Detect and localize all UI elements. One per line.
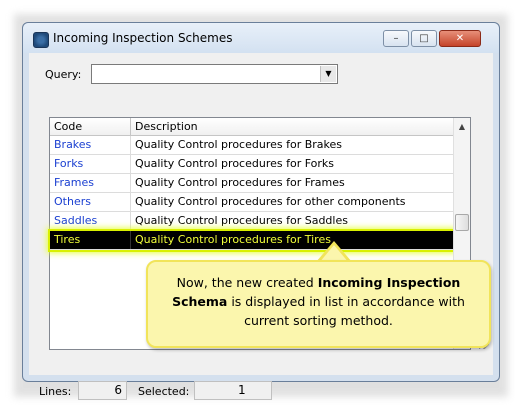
table-row[interactable]: Brakes Quality Control procedures for Br… <box>50 136 454 155</box>
app-icon[interactable] <box>33 32 49 48</box>
row-description: Quality Control procedures for Brakes <box>135 138 343 151</box>
lines-count: 6 <box>78 381 127 400</box>
table-row[interactable]: Frames Quality Control procedures for Fr… <box>50 174 454 193</box>
window-title: Incoming Inspection Schemes <box>53 31 233 45</box>
dropdown-arrow-icon[interactable]: ▼ <box>320 66 336 82</box>
callout-text-start: Now, the new created <box>176 275 318 290</box>
row-description: Quality Control procedures for Saddles <box>135 214 348 227</box>
row-description: Quality Control procedures for Tires <box>135 233 331 246</box>
row-code: Brakes <box>50 136 131 154</box>
maximize-button[interactable]: □ <box>411 30 437 47</box>
selected-label: Selected: <box>138 385 190 398</box>
table-row[interactable]: Saddles Quality Control procedures for S… <box>50 212 454 231</box>
lines-label: Lines: <box>39 385 72 398</box>
scroll-up-icon[interactable]: ▲ <box>454 118 470 135</box>
table-row[interactable]: Forks Quality Control procedures for For… <box>50 155 454 174</box>
row-code: Saddles <box>50 212 131 230</box>
selected-count: 1 <box>194 381 272 400</box>
query-select[interactable]: ▼ <box>91 64 338 84</box>
row-description: Quality Control procedures for other com… <box>135 195 406 208</box>
table-row-selected[interactable]: Tires Quality Control procedures for Tir… <box>48 229 456 252</box>
close-button[interactable]: ✕ <box>439 30 481 47</box>
row-code: Tires <box>50 231 131 249</box>
row-description: Quality Control procedures for Forks <box>135 157 335 170</box>
minimize-button[interactable]: – <box>383 30 409 47</box>
row-code: Frames <box>50 174 131 192</box>
row-code: Forks <box>50 155 131 173</box>
callout-text-end: is displayed in list in accordance with … <box>227 294 465 328</box>
table-row[interactable]: Others Quality Control procedures for ot… <box>50 193 454 212</box>
column-header-description[interactable]: Description <box>131 118 454 136</box>
annotation-callout: Now, the new created Incoming Inspection… <box>146 260 491 348</box>
scroll-thumb[interactable] <box>455 214 469 231</box>
row-code: Others <box>50 193 131 211</box>
title-bar[interactable]: Incoming Inspection Schemes – □ ✕ <box>23 23 499 53</box>
column-header-code[interactable]: Code <box>50 118 131 136</box>
row-description: Quality Control procedures for Frames <box>135 176 345 189</box>
query-label: Query: <box>45 68 82 81</box>
query-value <box>92 70 95 83</box>
